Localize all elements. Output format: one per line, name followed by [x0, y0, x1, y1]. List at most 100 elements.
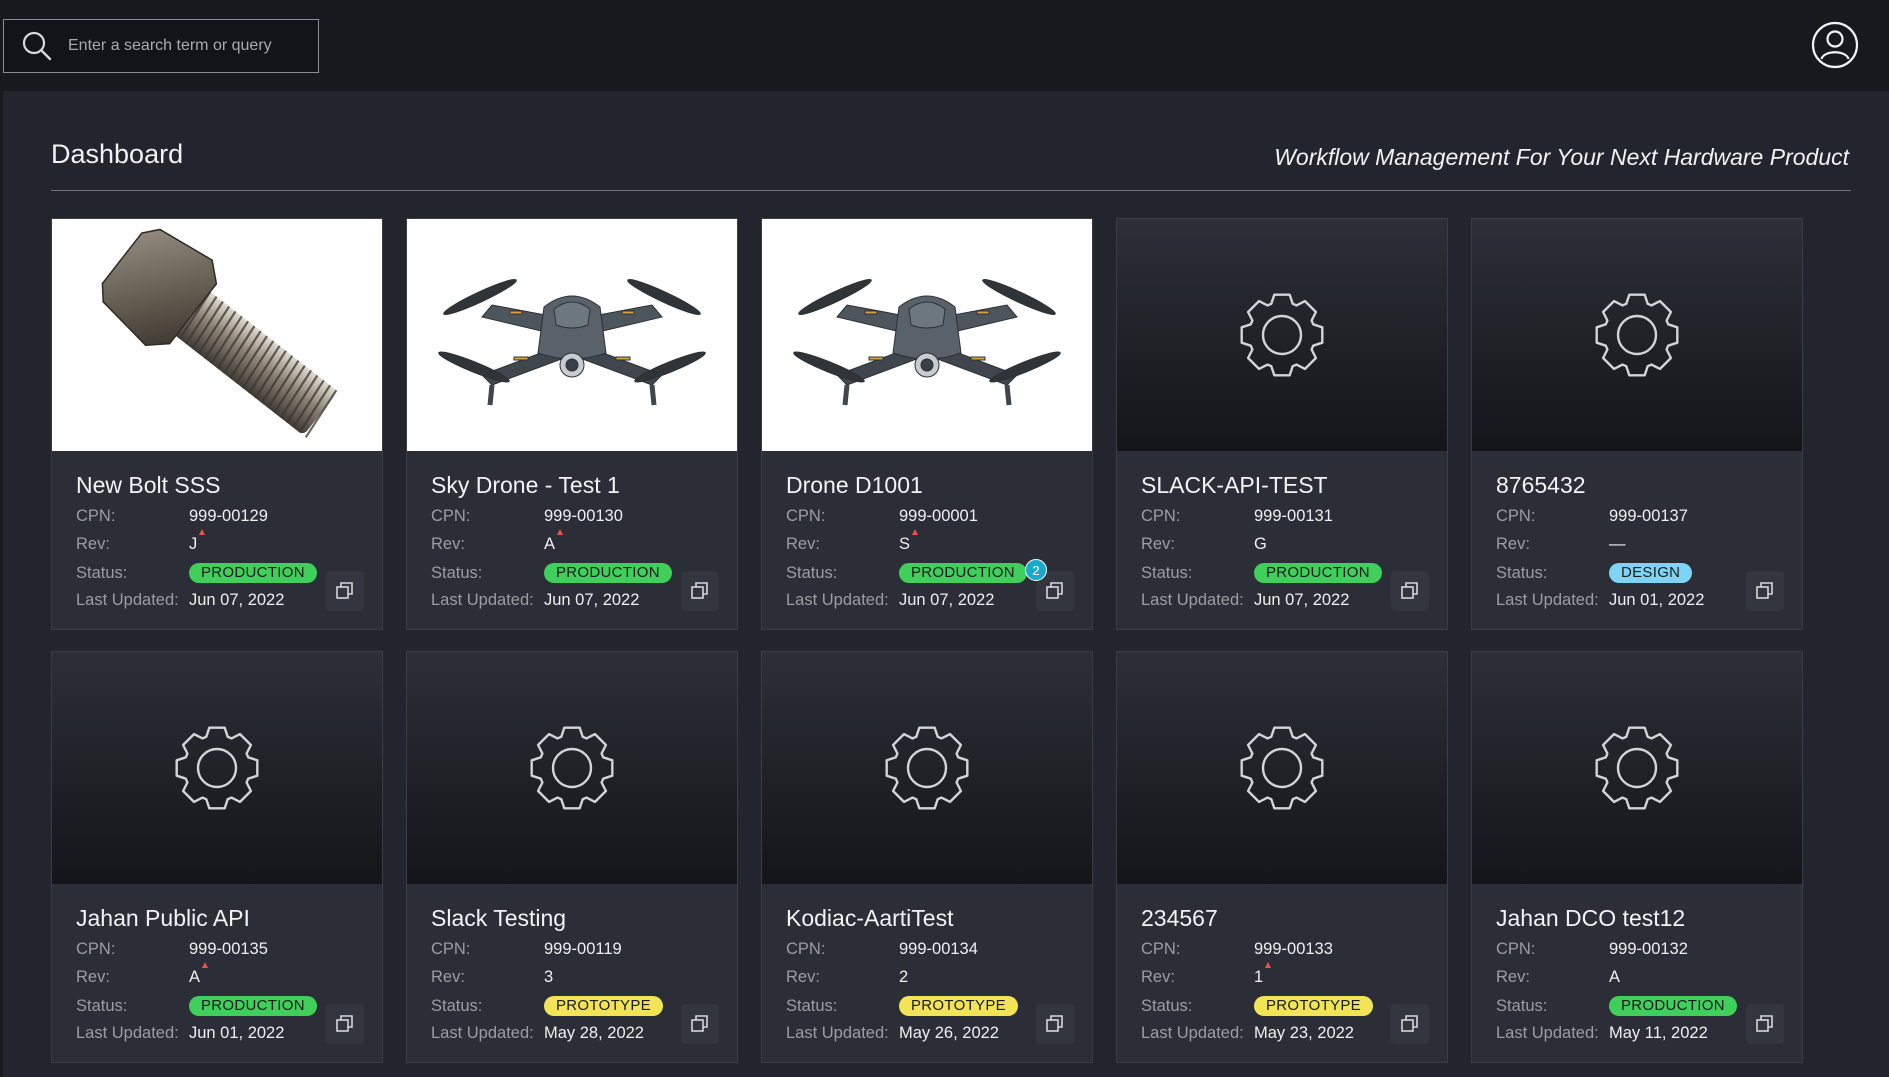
status-label: Status: — [431, 563, 483, 582]
duplicate-button[interactable] — [1746, 1004, 1784, 1044]
duplicate-button[interactable] — [326, 571, 364, 611]
drone-image — [793, 278, 1061, 406]
status-row: Status: PRODUCTION — [76, 996, 317, 1016]
last-updated-label: Last Updated: — [786, 591, 889, 609]
product-thumbnail[interactable] — [52, 652, 382, 884]
status-row: Status: PROTOTYPE — [786, 996, 1018, 1016]
cpn-row: CPN: 999-00130 — [431, 507, 623, 526]
search-input[interactable] — [62, 20, 318, 72]
product-name[interactable]: Sky Drone - Test 1 — [431, 472, 620, 499]
cpn-row: CPN: 999-00135 — [76, 940, 268, 959]
rev-value: A — [189, 962, 209, 987]
rev-row: Rev: 1 — [1141, 962, 1272, 987]
last-updated-label: Last Updated: — [1141, 591, 1244, 609]
status-label: Status: — [1496, 563, 1548, 582]
product-thumbnail[interactable] — [407, 219, 737, 451]
product-card[interactable]: Jahan DCO test12 CPN: 999-00132 Rev: A S… — [1471, 651, 1803, 1063]
last-updated-value: Jun 07, 2022 — [1254, 591, 1350, 609]
duplicate-button[interactable] — [1391, 571, 1429, 611]
search-icon[interactable] — [12, 19, 62, 73]
product-card[interactable]: 234567 CPN: 999-00133 Rev: 1 Status: PRO… — [1116, 651, 1448, 1063]
status-badge: PRODUCTION — [899, 563, 1027, 583]
updated-row: Last Updated: May 23, 2022 — [1141, 1024, 1354, 1043]
cpn-row: CPN: 999-00119 — [431, 940, 622, 959]
product-thumbnail[interactable] — [1472, 219, 1802, 451]
duplicate-button[interactable] — [1746, 571, 1784, 611]
search-box[interactable] — [3, 19, 319, 73]
status-label: Status: — [431, 996, 483, 1015]
product-name[interactable]: Jahan Public API — [76, 905, 250, 932]
rev-row: Rev: G — [1141, 535, 1267, 554]
updated-row: Last Updated: Jun 07, 2022 — [1141, 591, 1349, 610]
product-name[interactable]: New Bolt SSS — [76, 472, 220, 499]
last-updated-label: Last Updated: — [76, 591, 179, 609]
updated-row: Last Updated: May 11, 2022 — [1496, 1024, 1708, 1043]
product-card[interactable]: Kodiac-AartiTest CPN: 999-00134 Rev: 2 S… — [761, 651, 1093, 1063]
rev-value: S — [899, 529, 919, 554]
gear-icon — [1240, 726, 1324, 810]
product-thumbnail[interactable] — [407, 652, 737, 884]
product-card[interactable]: New Bolt SSS CPN: 999-00129 Rev: J Statu… — [51, 218, 383, 630]
product-thumbnail[interactable] — [52, 219, 382, 451]
rev-row: Rev: A — [1496, 968, 1620, 987]
notification-count-badge[interactable]: 2 — [1025, 559, 1047, 581]
gear-icon — [530, 726, 614, 810]
last-updated-label: Last Updated: — [76, 1024, 179, 1042]
status-label: Status: — [786, 563, 838, 582]
product-card[interactable]: Drone D1001 CPN: 999-00001 Rev: S Status… — [761, 218, 1093, 630]
status-badge: PRODUCTION — [189, 563, 317, 583]
product-thumbnail[interactable] — [1117, 219, 1447, 451]
cpn-row: CPN: 999-00001 — [786, 507, 978, 526]
product-name[interactable]: Drone D1001 — [786, 472, 923, 499]
product-thumbnail[interactable] — [1472, 652, 1802, 884]
rev-value: 1 — [1254, 962, 1272, 987]
last-updated-value: Jun 07, 2022 — [899, 591, 995, 609]
updated-row: Last Updated: Jun 07, 2022 — [786, 591, 994, 610]
product-card[interactable]: 8765432 CPN: 999-00137 Rev: — Status: DE… — [1471, 218, 1803, 630]
last-updated-value: Jun 07, 2022 — [544, 591, 640, 609]
rev-changed-indicator — [202, 962, 209, 968]
rev-row: Rev: J — [76, 529, 206, 554]
last-updated-value: May 23, 2022 — [1254, 1024, 1354, 1042]
gear-icon — [1595, 293, 1679, 377]
cpn-value: 999-00001 — [899, 507, 978, 525]
product-card[interactable]: Jahan Public API CPN: 999-00135 Rev: A S… — [51, 651, 383, 1063]
product-thumbnail[interactable] — [762, 219, 1092, 451]
product-card[interactable]: SLACK-API-TEST CPN: 999-00131 Rev: G Sta… — [1116, 218, 1448, 630]
product-name[interactable]: 234567 — [1141, 905, 1218, 932]
rev-row: Rev: A — [76, 962, 209, 987]
product-name[interactable]: Jahan DCO test12 — [1496, 905, 1685, 932]
product-card[interactable]: Sky Drone - Test 1 CPN: 999-00130 Rev: A… — [406, 218, 738, 630]
rev-value: G — [1254, 535, 1267, 553]
copy-icon — [336, 582, 353, 599]
updated-row: Last Updated: Jun 07, 2022 — [431, 591, 639, 610]
duplicate-button[interactable] — [681, 571, 719, 611]
product-card[interactable]: Slack Testing CPN: 999-00119 Rev: 3 Stat… — [406, 651, 738, 1063]
product-name[interactable]: SLACK-API-TEST — [1141, 472, 1328, 499]
copy-icon — [336, 1015, 353, 1032]
status-label: Status: — [786, 996, 838, 1015]
status-badge: PRODUCTION — [544, 563, 672, 583]
cpn-value: 999-00119 — [544, 940, 622, 958]
product-thumbnail[interactable] — [1117, 652, 1447, 884]
duplicate-button[interactable] — [326, 1004, 364, 1044]
duplicate-button[interactable] — [1391, 1004, 1429, 1044]
cpn-label: CPN: — [431, 507, 471, 525]
rev-label: Rev: — [76, 535, 110, 553]
rev-row: Rev: A — [431, 529, 564, 554]
page-tagline: Workflow Management For Your Next Hardwa… — [1274, 144, 1849, 170]
rev-label: Rev: — [786, 535, 820, 553]
product-name[interactable]: Slack Testing — [431, 905, 566, 932]
duplicate-button[interactable] — [1036, 1004, 1074, 1044]
duplicate-button[interactable] — [681, 1004, 719, 1044]
user-account-icon[interactable] — [1810, 20, 1860, 70]
copy-icon — [691, 1015, 708, 1032]
product-thumbnail[interactable] — [762, 652, 1092, 884]
gear-icon — [1595, 726, 1679, 810]
product-name[interactable]: 8765432 — [1496, 472, 1586, 499]
copy-icon — [1756, 1015, 1773, 1032]
product-name[interactable]: Kodiac-AartiTest — [786, 905, 953, 932]
rev-changed-indicator — [557, 529, 564, 535]
rev-label: Rev: — [1496, 968, 1530, 986]
cpn-value: 999-00132 — [1609, 940, 1688, 958]
